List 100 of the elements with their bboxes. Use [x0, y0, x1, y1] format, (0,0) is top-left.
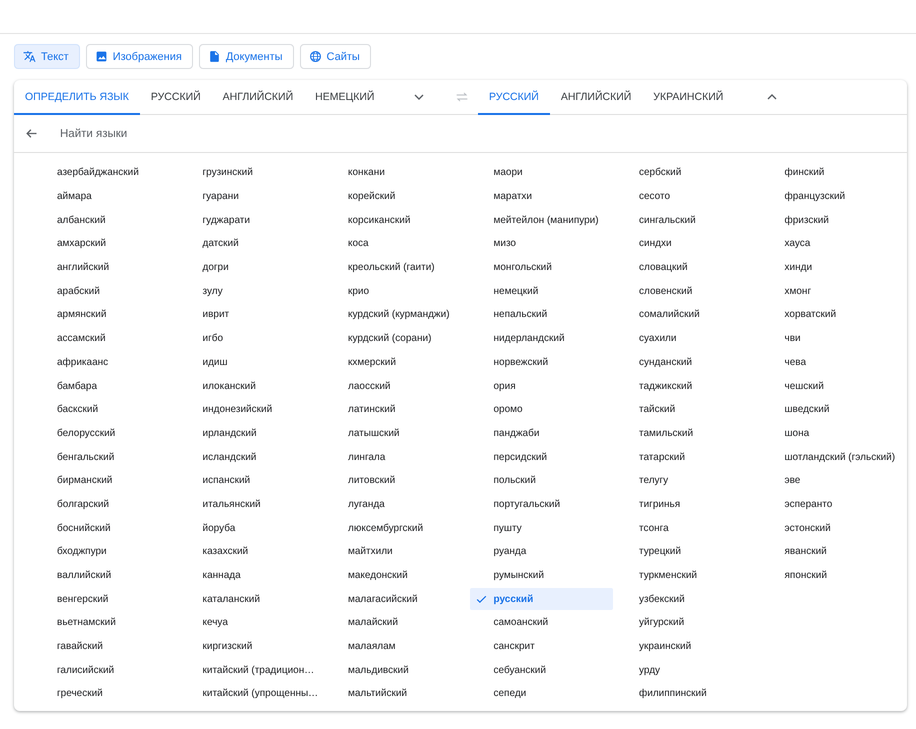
- language-item[interactable]: эсперанто: [760, 492, 906, 516]
- language-item[interactable]: кхмерский: [324, 350, 470, 374]
- language-item[interactable]: аймара: [33, 184, 178, 208]
- language-item[interactable]: ассамский: [33, 326, 178, 350]
- language-tab[interactable]: ОПРЕДЕЛИТЬ ЯЗЫК: [14, 80, 140, 115]
- language-item[interactable]: сингальский: [615, 208, 760, 232]
- language-item[interactable]: фризский: [760, 208, 906, 232]
- language-item[interactable]: мизо: [470, 232, 615, 256]
- language-item[interactable]: уйгурский: [615, 611, 760, 635]
- language-item[interactable]: шона: [760, 422, 906, 446]
- language-item[interactable]: нидерландский: [470, 326, 615, 350]
- language-item[interactable]: самоанский: [470, 611, 615, 635]
- language-item[interactable]: итальянский: [178, 492, 324, 516]
- language-item[interactable]: конкани: [324, 161, 470, 185]
- language-item[interactable]: илоканский: [178, 374, 324, 398]
- language-item[interactable]: монгольский: [470, 256, 615, 280]
- language-item[interactable]: малагасийский: [324, 587, 470, 612]
- language-item[interactable]: казахский: [178, 540, 324, 564]
- language-item[interactable]: румынский: [470, 564, 615, 588]
- language-item[interactable]: таджикский: [615, 374, 760, 398]
- language-item[interactable]: греческий: [33, 682, 178, 706]
- language-item[interactable]: руанда: [470, 540, 615, 564]
- language-item[interactable]: крио: [324, 279, 470, 304]
- language-item[interactable]: киргизский: [178, 634, 324, 658]
- mode-button[interactable]: Текст: [14, 44, 80, 69]
- language-item[interactable]: майтхили: [324, 540, 470, 564]
- language-item[interactable]: словацкий: [615, 256, 760, 280]
- language-item[interactable]: ирландский: [178, 422, 324, 446]
- language-item[interactable]: армянский: [33, 303, 178, 327]
- language-tab[interactable]: АНГЛИЙСКИЙ: [550, 80, 642, 115]
- language-item[interactable]: санскрит: [470, 634, 615, 658]
- language-item[interactable]: панджаби: [470, 422, 615, 446]
- language-item[interactable]: догри: [178, 256, 324, 280]
- language-item[interactable]: мейтейлон (манипури): [470, 208, 615, 232]
- language-item[interactable]: гуджарати: [178, 208, 324, 232]
- language-item[interactable]: хинди: [760, 256, 906, 280]
- language-item[interactable]: йоруба: [178, 516, 324, 540]
- language-item[interactable]: белорусский: [33, 422, 178, 446]
- language-item[interactable]: немецкий: [470, 279, 615, 304]
- language-item[interactable]: шведский: [760, 398, 906, 422]
- language-item[interactable]: португальский: [470, 492, 615, 516]
- language-item[interactable]: персидский: [470, 445, 615, 469]
- language-item[interactable]: чви: [760, 326, 906, 350]
- mode-button[interactable]: Сайты: [300, 44, 371, 69]
- language-item[interactable]: польский: [470, 468, 615, 493]
- language-item[interactable]: шотландский (гэльский): [760, 445, 906, 469]
- language-item[interactable]: иврит: [178, 303, 324, 327]
- language-item[interactable]: сепеди: [470, 682, 615, 706]
- mode-button[interactable]: Документы: [198, 44, 294, 69]
- language-item[interactable]: баскский: [33, 398, 178, 422]
- language-item[interactable]: яванский: [760, 540, 906, 564]
- language-item[interactable]: тигринья: [615, 492, 760, 516]
- language-item[interactable]: китайский (традицион…: [178, 658, 324, 682]
- language-item[interactable]: люксембургский: [324, 516, 470, 540]
- language-item[interactable]: маори: [470, 161, 615, 185]
- language-item[interactable]: непальский: [470, 303, 615, 327]
- language-item[interactable]: албанский: [33, 208, 178, 232]
- language-item[interactable]: узбекский: [615, 587, 760, 612]
- language-item[interactable]: амхарский: [33, 232, 178, 256]
- language-item[interactable]: грузинский: [178, 161, 324, 185]
- language-item[interactable]: английский: [33, 256, 178, 280]
- language-item[interactable]: вьетнамский: [33, 611, 178, 635]
- language-item[interactable]: курдский (сорани): [324, 326, 470, 350]
- language-item[interactable]: литовский: [324, 468, 470, 493]
- language-item[interactable]: французский: [760, 184, 906, 208]
- language-item[interactable]: хмонг: [760, 279, 906, 304]
- language-item[interactable]: латышский: [324, 422, 470, 446]
- language-item[interactable]: хауса: [760, 232, 906, 256]
- language-item[interactable]: малайский: [324, 611, 470, 635]
- language-item[interactable]: корейский: [324, 184, 470, 208]
- language-item[interactable]: русский: [470, 588, 613, 610]
- language-tab[interactable]: УКРАИНСКИЙ: [642, 80, 734, 115]
- language-tab[interactable]: РУССКИЙ: [478, 80, 550, 115]
- language-item[interactable]: сербский: [615, 161, 760, 185]
- language-item[interactable]: боснийский: [33, 516, 178, 540]
- language-item[interactable]: латинский: [324, 398, 470, 422]
- language-item[interactable]: индонезийский: [178, 398, 324, 422]
- language-item[interactable]: суахили: [615, 326, 760, 350]
- language-item[interactable]: малаялам: [324, 634, 470, 658]
- language-item[interactable]: тамильский: [615, 422, 760, 446]
- language-item[interactable]: мальдивский: [324, 658, 470, 682]
- language-item[interactable]: турецкий: [615, 540, 760, 564]
- language-item[interactable]: курдский (курманджи): [324, 303, 470, 327]
- language-item[interactable]: африкаанс: [33, 350, 178, 374]
- language-item[interactable]: китайский (упрощенны…: [178, 682, 324, 706]
- language-item[interactable]: каннада: [178, 564, 324, 588]
- language-item[interactable]: урду: [615, 658, 760, 682]
- language-item[interactable]: креольский (гаити): [324, 256, 470, 280]
- language-tab[interactable]: РУССКИЙ: [140, 80, 212, 115]
- mode-button[interactable]: Изображения: [86, 44, 193, 69]
- language-item[interactable]: бирманский: [33, 468, 178, 493]
- language-item[interactable]: маратхи: [470, 184, 615, 208]
- language-item[interactable]: чева: [760, 350, 906, 374]
- language-item[interactable]: бамбара: [33, 374, 178, 398]
- language-item[interactable]: норвежский: [470, 350, 615, 374]
- language-item[interactable]: японский: [760, 564, 906, 588]
- language-item[interactable]: бенгальский: [33, 445, 178, 469]
- language-item[interactable]: валлийский: [33, 564, 178, 588]
- language-item[interactable]: эстонский: [760, 516, 906, 540]
- language-item[interactable]: зулу: [178, 279, 324, 304]
